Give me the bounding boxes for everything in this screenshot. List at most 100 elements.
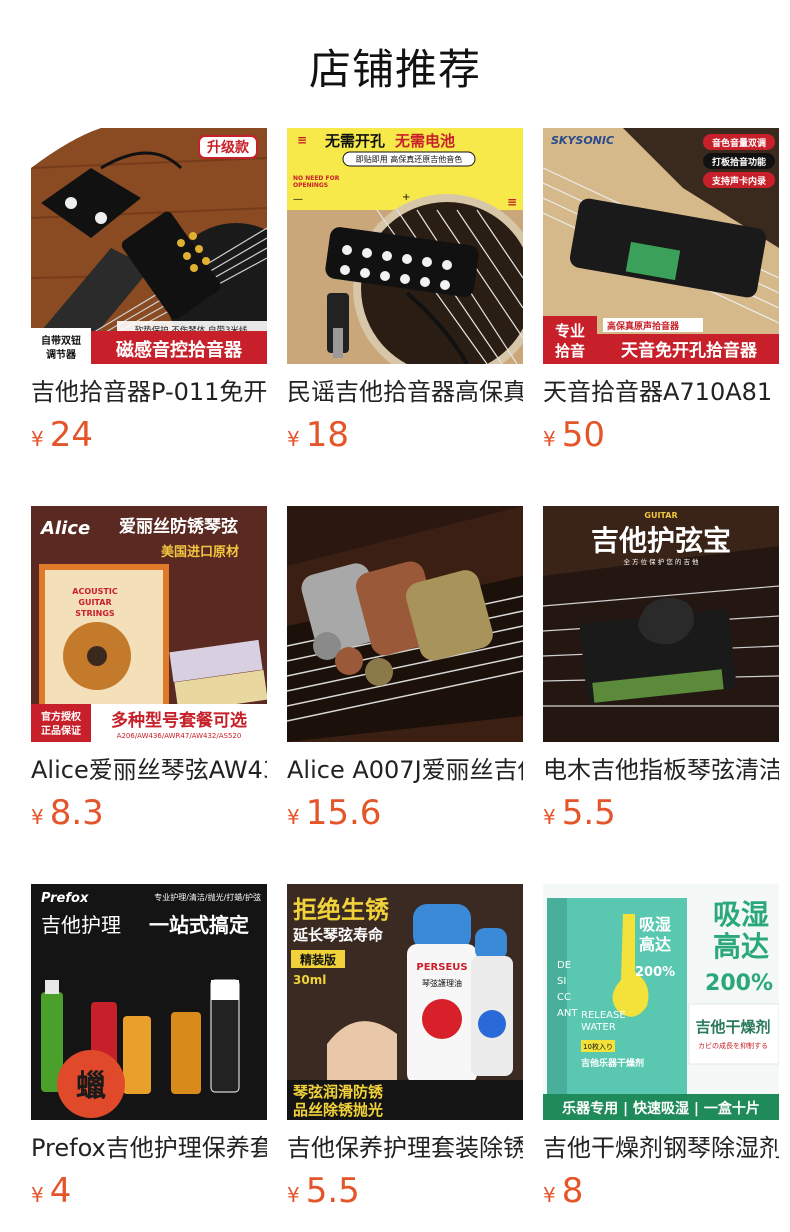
image-sidenote-1: NO NEED FOR bbox=[293, 175, 340, 182]
price-row: ¥ 8.3 bbox=[31, 793, 267, 833]
image-headline-a2: 高达 bbox=[639, 935, 671, 954]
svg-text:≡: ≡ bbox=[297, 133, 307, 147]
product-image-skysonic-pickup[interactable]: SKYSONIC 音色音量双调 打板拾音功能 支持声卡内录 专业 拾音 高保真原… bbox=[543, 128, 779, 364]
image-chip-2: 打板拾音功能 bbox=[712, 156, 766, 168]
product-card[interactable]: GUITAR 吉他护弦宝 全 方 位 保 护 您 的 吉 他 电木吉他指板琴弦清… bbox=[543, 506, 779, 833]
product-image-desiccant[interactable]: DE SI CC ANT 吸湿 高达 200% RELEASE WATER 10… bbox=[543, 884, 779, 1120]
image-pill: 即贴即用 高保真还原吉他音色 bbox=[356, 154, 463, 164]
product-image-alice-strings[interactable]: Alice 爱丽丝防锈琴弦 美国进口原材 ACOUSTIC GUITAR STR… bbox=[31, 506, 267, 742]
product-name[interactable]: 电木吉他指板琴弦清洁 bbox=[543, 754, 779, 786]
product-image-string-protector[interactable]: GUITAR 吉他护弦宝 全 方 位 保 护 您 的 吉 他 bbox=[543, 506, 779, 742]
product-card[interactable]: Prefox 专业护理/清洁/抛光/打蜡/护弦 吉他护理 一站式搞定 蠟 Pre… bbox=[31, 884, 267, 1211]
product-image-pickup-p011[interactable]: 升级款 软垫保护 不伤琴体 自带3米线 自带双钮 调节器 磁感音控拾音器 bbox=[31, 128, 267, 364]
svg-text:+: + bbox=[402, 192, 410, 203]
image-logo: Alice bbox=[39, 518, 90, 539]
image-headline: 爱丽丝防锈琴弦 bbox=[119, 516, 238, 537]
image-headline: 拒绝生锈 bbox=[293, 896, 389, 924]
image-box-name: 吉他乐器干燥剂 bbox=[581, 1057, 644, 1069]
currency-symbol: ¥ bbox=[31, 427, 44, 451]
price-row: ¥ 15.6 bbox=[287, 793, 523, 833]
image-footer: 乐器专用 | 快速吸湿 | 一盒十片 bbox=[562, 1100, 760, 1117]
product-card[interactable]: ≡ 无需开孔 无需电池 即贴即用 高保真还原吉他音色 NO NEED FOR O… bbox=[287, 128, 523, 455]
image-banner: 天音免开孔拾音器 bbox=[621, 340, 758, 361]
image-box-count: 10枚入り bbox=[583, 1042, 613, 1051]
product-name[interactable]: 吉他干燥剂钢琴除湿剂 bbox=[543, 1132, 779, 1164]
product-name[interactable]: Alice爱丽丝琴弦AW436 bbox=[31, 754, 267, 786]
product-price: 5.5 bbox=[561, 793, 616, 833]
product-image-pickup-folk[interactable]: ≡ 无需开孔 无需电池 即贴即用 高保真还原吉他音色 NO NEED FOR O… bbox=[287, 128, 523, 364]
image-headline-a: 吉他护理 bbox=[41, 913, 121, 937]
product-name[interactable]: Prefox吉他护理保养套装 bbox=[31, 1132, 267, 1164]
product-price: 5.5 bbox=[305, 1171, 360, 1211]
image-sub: 全 方 位 保 护 您 的 吉 他 bbox=[623, 557, 699, 566]
image-headline-red: 无需电池 bbox=[394, 132, 455, 150]
image-release-2: WATER bbox=[581, 1022, 616, 1033]
product-name[interactable]: 吉他拾音器P-011免开孔 bbox=[31, 376, 267, 408]
image-corner-1: 官方授权 bbox=[41, 710, 82, 723]
product-card[interactable]: Alice A007J爱丽丝吉他变调夹 ¥ 15.6 bbox=[287, 506, 523, 833]
currency-symbol: ¥ bbox=[287, 805, 300, 829]
image-volume: 30ml bbox=[293, 973, 326, 987]
image-headline-a1: 吸湿 bbox=[639, 915, 671, 934]
price-row: ¥ 50 bbox=[543, 415, 779, 455]
currency-symbol: ¥ bbox=[287, 1183, 300, 1207]
page-title: 店铺推荐 bbox=[308, 44, 481, 94]
image-percent-b: 200% bbox=[705, 971, 773, 996]
price-row: ¥ 8 bbox=[543, 1171, 779, 1211]
product-price: 24 bbox=[49, 415, 93, 455]
image-side-4: ANT bbox=[557, 1008, 578, 1019]
image-headline-b: 一站式搞定 bbox=[149, 913, 249, 937]
currency-symbol: ¥ bbox=[543, 427, 556, 451]
image-headline-black: 无需开孔 bbox=[324, 132, 385, 150]
image-product-sub: カビの成長を抑制する bbox=[698, 1041, 768, 1050]
image-badge: 升级款 bbox=[207, 139, 250, 156]
product-card[interactable]: SKYSONIC 音色音量双调 打板拾音功能 支持声卡内录 专业 拾音 高保真原… bbox=[543, 128, 779, 455]
image-headline-b1: 吸湿 bbox=[713, 898, 769, 931]
currency-symbol: ¥ bbox=[543, 805, 556, 829]
header: 店铺推荐 bbox=[0, 0, 790, 128]
product-image-prefox-care[interactable]: Prefox 专业护理/清洁/抛光/打蜡/护弦 吉他护理 一站式搞定 蠟 bbox=[31, 884, 267, 1120]
product-card[interactable]: 升级款 软垫保护 不伤琴体 自带3米线 自带双钮 调节器 磁感音控拾音器 吉他拾… bbox=[31, 128, 267, 455]
image-tagline: 高保真原声拾音器 bbox=[607, 320, 680, 332]
image-corner-1: 专业 bbox=[555, 322, 585, 340]
product-card[interactable]: Alice 爱丽丝防锈琴弦 美国进口原材 ACOUSTIC GUITAR STR… bbox=[31, 506, 267, 833]
image-headline: 吉他护弦宝 bbox=[591, 524, 731, 557]
product-card[interactable]: DE SI CC ANT 吸湿 高达 200% RELEASE WATER 10… bbox=[543, 884, 779, 1211]
price-row: ¥ 5.5 bbox=[287, 1171, 523, 1211]
currency-symbol: ¥ bbox=[543, 1183, 556, 1207]
product-card[interactable]: 拒绝生锈 延长琴弦寿命 精装版 30ml PERSEUS 琴弦護理油 琴弦润滑防… bbox=[287, 884, 523, 1211]
image-sidenote-2: OPENINGS bbox=[293, 182, 328, 189]
product-price: 18 bbox=[305, 415, 349, 455]
product-name[interactable]: 天音拾音器A710A81 bbox=[543, 376, 779, 408]
product-image-capo[interactable] bbox=[287, 506, 523, 742]
image-box-1: ACOUSTIC bbox=[72, 587, 118, 596]
svg-text:—: — bbox=[293, 194, 303, 205]
image-corner-2: 正品保证 bbox=[41, 724, 81, 737]
product-price: 15.6 bbox=[305, 793, 382, 833]
image-chip-1: 音色音量双调 bbox=[712, 137, 766, 149]
image-side-2: SI bbox=[557, 976, 566, 987]
product-name[interactable]: 民谣吉他拾音器高保真 bbox=[287, 376, 523, 408]
currency-symbol: ¥ bbox=[31, 805, 44, 829]
currency-symbol: ¥ bbox=[31, 1183, 44, 1207]
image-topnote: 专业护理/清洁/抛光/打蜡/护弦 bbox=[154, 892, 261, 902]
image-banner: 多种型号套餐可选 bbox=[111, 710, 247, 731]
product-price: 8 bbox=[561, 1171, 584, 1211]
product-image-perseus-oil[interactable]: 拒绝生锈 延长琴弦寿命 精装版 30ml PERSEUS 琴弦護理油 琴弦润滑防… bbox=[287, 884, 523, 1120]
image-sub: 美国进口原材 bbox=[161, 544, 239, 560]
image-box-2: GUITAR bbox=[78, 598, 111, 607]
image-edition: 精装版 bbox=[300, 952, 336, 967]
image-models: A206/AW436/AWR47/AW432/AS520 bbox=[117, 732, 242, 740]
image-corner-2: 拾音 bbox=[555, 342, 585, 360]
price-row: ¥ 4 bbox=[31, 1171, 267, 1211]
image-headline-b2: 高达 bbox=[713, 930, 769, 963]
product-name[interactable]: 吉他保养护理套装除锈 bbox=[287, 1132, 523, 1164]
image-product-label: 吉他干燥剂 bbox=[695, 1018, 770, 1036]
price-row: ¥ 18 bbox=[287, 415, 523, 455]
product-name[interactable]: Alice A007J爱丽丝吉他变调夹 bbox=[287, 754, 523, 786]
image-bottle-label: 琴弦護理油 bbox=[422, 978, 462, 988]
image-box-3: STRINGS bbox=[75, 609, 115, 618]
image-percent-a: 200% bbox=[635, 965, 675, 980]
product-price: 50 bbox=[561, 415, 605, 455]
product-price: 8.3 bbox=[49, 793, 104, 833]
